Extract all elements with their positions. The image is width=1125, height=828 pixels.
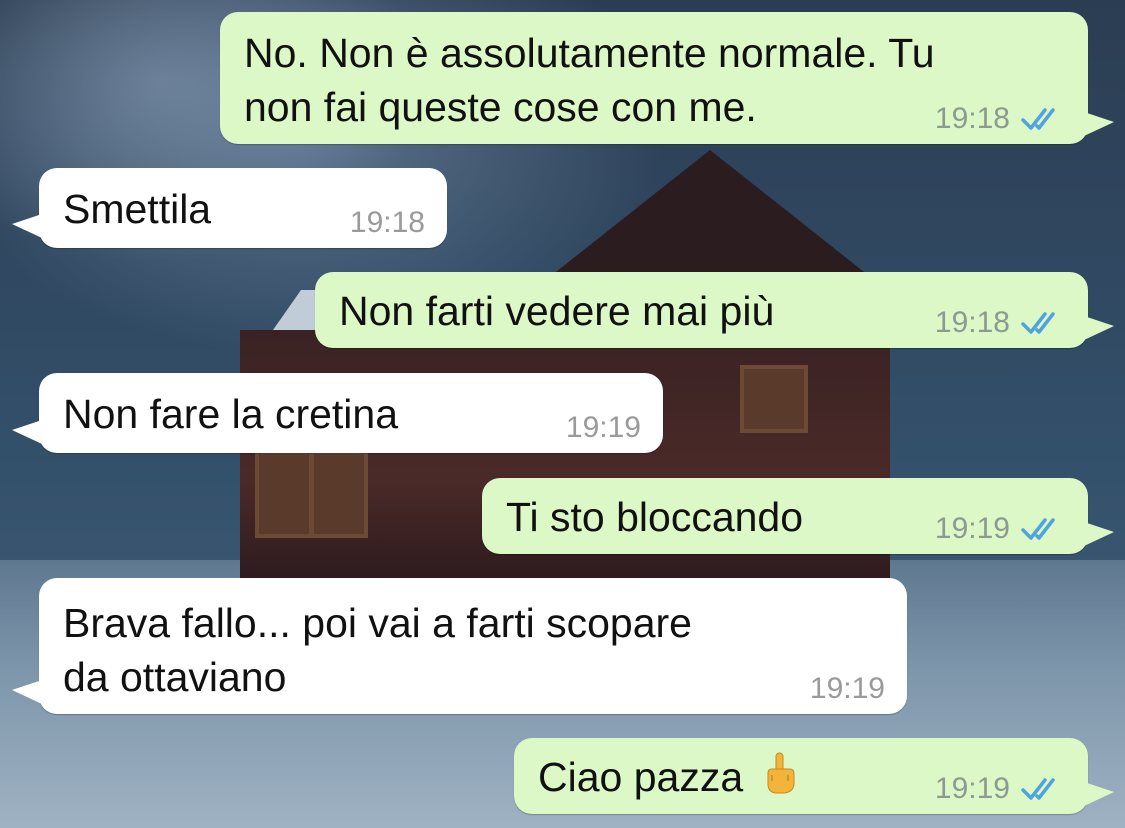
bubble-tail — [12, 214, 42, 238]
message-timestamp: 19:18 — [349, 206, 425, 239]
wallpaper-cabin-window — [740, 365, 808, 433]
message-timestamp: 19:19 — [809, 672, 885, 705]
message-text: Brava fallo... poi vai a farti scopare d… — [63, 600, 692, 700]
message-meta: 19:19 — [566, 411, 641, 445]
message-meta: 19:18 — [935, 102, 1066, 136]
double-check-icon — [1021, 778, 1055, 800]
message-bubble-outgoing[interactable]: Ciao pazza 19:19 — [514, 738, 1088, 814]
message-meta: 19:18 — [350, 206, 425, 240]
message-timestamp: 19:19 — [565, 411, 641, 444]
message-meta: 19:18 — [935, 306, 1066, 340]
message-timestamp: 19:19 — [934, 512, 1010, 545]
message-timestamp: 19:19 — [934, 772, 1010, 805]
message-bubble-outgoing[interactable]: No. Non è assolutamente normale. Tu non … — [220, 12, 1088, 144]
bubble-tail — [1084, 522, 1114, 546]
message-timestamp: 19:18 — [934, 102, 1010, 135]
message-text: Smettila — [63, 186, 212, 232]
bubble-tail — [12, 680, 42, 704]
double-check-icon — [1021, 108, 1055, 130]
double-check-icon — [1021, 312, 1055, 334]
message-meta: 19:19 — [935, 512, 1066, 546]
wallpaper-cabin-window — [255, 450, 313, 538]
message-bubble-incoming[interactable]: Non fare la cretina 19:19 — [39, 373, 663, 453]
wallpaper-cabin-window — [310, 450, 368, 538]
message-text: Non fare la cretina — [63, 391, 399, 437]
message-text: Non farti vedere mai più — [339, 288, 775, 334]
double-check-icon — [1021, 518, 1055, 540]
message-bubble-outgoing[interactable]: Ti sto bloccando 19:19 — [482, 478, 1088, 554]
message-text: No. Non è assolutamente normale. Tu non … — [244, 30, 935, 130]
message-text: Ciao pazza — [538, 750, 797, 804]
bubble-tail — [1084, 782, 1114, 806]
bubble-tail — [12, 420, 42, 444]
message-text: Ti sto bloccando — [506, 494, 804, 540]
message-bubble-incoming[interactable]: Brava fallo... poi vai a farti scopare d… — [39, 578, 907, 714]
bubble-tail — [1084, 112, 1114, 136]
message-bubble-incoming[interactable]: Smettila 19:18 — [39, 168, 447, 248]
bubble-tail — [1084, 316, 1114, 340]
message-timestamp: 19:18 — [934, 306, 1010, 339]
message-meta: 19:19 — [935, 772, 1066, 806]
message-meta: 19:19 — [810, 672, 885, 706]
middle-finger-emoji-icon — [767, 752, 795, 794]
message-bubble-outgoing[interactable]: Non farti vedere mai più 19:18 — [315, 272, 1088, 348]
